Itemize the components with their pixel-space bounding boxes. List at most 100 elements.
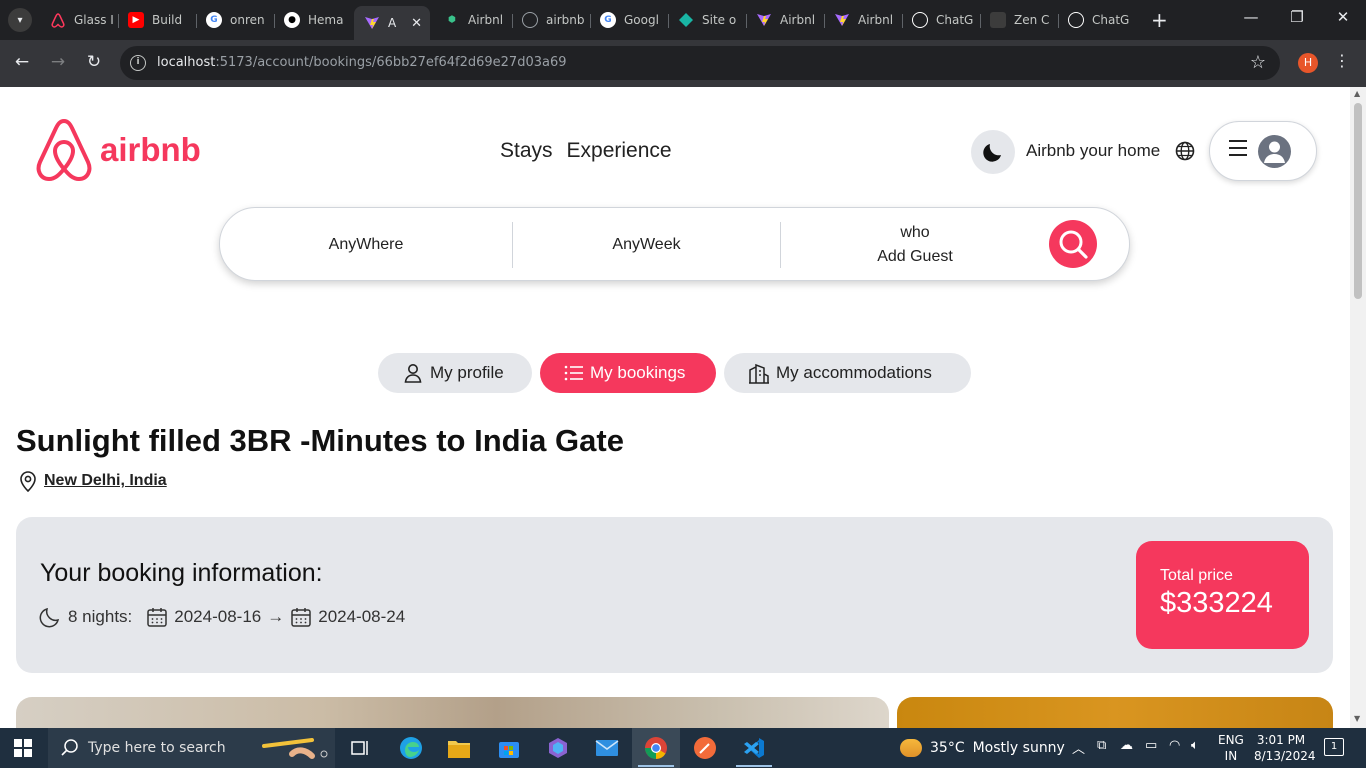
task-view-icon[interactable] (348, 735, 374, 761)
browser-toolbar: ← → ↻ i localhost:5173/account/bookings/… (0, 40, 1366, 87)
system-clock[interactable]: 3:01 PM 8/13/2024 (1254, 732, 1316, 764)
forward-arrow-icon[interactable]: → (46, 52, 70, 72)
shoe-icon: ⬢ (448, 15, 456, 25)
windows-taskbar: Type here to search 35°C Mostly sunny ︿ … (0, 728, 1366, 768)
windows-start-icon[interactable] (14, 739, 32, 757)
total-price-card: Total price $333224 (1136, 541, 1309, 649)
weather-widget[interactable]: 35°C Mostly sunny (900, 739, 1065, 757)
tab-my-bookings[interactable]: My bookings (540, 353, 716, 393)
place-title: Sunlight filled 3BR -Minutes to India Ga… (16, 423, 624, 458)
chatgpt-icon (912, 12, 928, 28)
search-where[interactable]: AnyWhere (220, 208, 512, 282)
chrome-icon[interactable] (643, 735, 669, 761)
edge-icon[interactable] (398, 735, 424, 761)
taskbar-search[interactable]: Type here to search (48, 728, 335, 768)
browser-tab[interactable]: ⬢ Airbnl (434, 6, 512, 34)
restore-icon[interactable]: ❐ (1274, 8, 1320, 26)
date-arrow: → (267, 607, 285, 626)
chatgpt-icon (1068, 12, 1084, 28)
new-tab-plus-icon[interactable]: + (1151, 8, 1168, 32)
airbnb-logo-icon (36, 119, 92, 181)
vite-icon (756, 12, 772, 28)
postman-icon[interactable] (692, 735, 718, 761)
browser-tab[interactable]: Airbnl (746, 6, 824, 34)
browser-tab[interactable]: Glass I (40, 6, 118, 34)
file-explorer-icon[interactable] (446, 735, 472, 761)
browser-menu-icon[interactable]: ⋮ (1334, 51, 1350, 70)
browser-tab[interactable]: ▶ Build (118, 6, 196, 34)
url-text[interactable]: localhost:5173/account/bookings/66bb27ef… (157, 55, 567, 70)
browser-tab-strip: ▾ Glass I ▶ Build Gonren ● Hema A ✕ ⬢ Airbn… (0, 0, 1366, 40)
browser-tab[interactable]: Zen C (980, 6, 1058, 34)
battery-icon[interactable]: ▭ (1145, 738, 1157, 753)
show-hidden-icons-chevron-icon[interactable]: ︿ (1072, 738, 1085, 757)
globe-icon (522, 12, 538, 28)
user-menu-button[interactable] (1209, 121, 1317, 181)
search-icon (61, 739, 78, 756)
airbnb-logo[interactable]: airbnb (34, 117, 201, 183)
place-photo-secondary[interactable] (897, 697, 1333, 728)
browser-tab[interactable]: Airbnl (824, 6, 902, 34)
nav-stays[interactable]: Stays (500, 139, 553, 163)
browser-tab[interactable]: ChatG (1058, 6, 1136, 34)
volume-icon[interactable]: 🔈︎ (1191, 738, 1199, 753)
search-button[interactable] (1049, 220, 1097, 268)
back-arrow-icon[interactable]: ← (10, 52, 34, 72)
browser-tab[interactable]: G Googl (590, 6, 668, 34)
browser-tab[interactable]: Site o (668, 6, 746, 34)
globe-icon[interactable] (1175, 141, 1195, 161)
check-in-date: 2024-08-16 (174, 607, 262, 626)
reload-icon[interactable]: ↻ (82, 52, 106, 72)
address-bar[interactable]: i localhost:5173/account/bookings/66bb27… (120, 46, 1280, 80)
nav-experience[interactable]: Experience (567, 139, 672, 163)
language-indicator[interactable]: ENG IN (1218, 732, 1244, 764)
github-icon: ● (284, 12, 300, 28)
search-week[interactable]: AnyWeek (513, 208, 780, 282)
onedrive-cloud-icon[interactable]: ☁ (1120, 738, 1133, 753)
list-icon (564, 365, 583, 381)
minimize-icon[interactable]: — (1228, 8, 1274, 26)
search-bar: AnyWhere AnyWeek who Add Guest (219, 207, 1130, 281)
bookmark-star-icon[interactable]: ☆ (1250, 52, 1266, 73)
google-icon: G (206, 12, 222, 28)
check-out-date: 2024-08-24 (318, 607, 406, 626)
total-price-label: Total price (1160, 567, 1233, 584)
site-info-icon[interactable]: i (130, 55, 146, 71)
notification-center-icon[interactable]: 1 (1324, 738, 1344, 756)
dark-mode-toggle[interactable] (971, 130, 1015, 174)
scroll-up-icon[interactable]: ▲ (1354, 89, 1360, 98)
copilot-icon[interactable] (545, 735, 571, 761)
close-window-icon[interactable]: ✕ (1320, 8, 1366, 26)
google-icon: G (600, 12, 616, 28)
vite-icon (364, 15, 380, 31)
scrollbar-thumb[interactable] (1354, 103, 1362, 299)
vscode-icon[interactable] (741, 735, 767, 761)
chrome-running-indicator (638, 765, 674, 767)
place-photo-main[interactable] (16, 697, 889, 728)
browser-tab[interactable]: ● Hema (274, 6, 352, 34)
browser-tab[interactable]: Gonren (196, 6, 274, 34)
tab-search-chevron-icon[interactable]: ▾ (8, 8, 32, 32)
browser-tab[interactable]: airbnb (512, 6, 590, 34)
calendar-icon (147, 608, 168, 627)
microsoft-store-icon[interactable] (496, 735, 522, 761)
address-link[interactable]: New Delhi, India (44, 472, 167, 490)
close-tab-icon[interactable]: ✕ (411, 16, 422, 31)
browser-profile-avatar[interactable]: H (1298, 53, 1318, 73)
mail-icon[interactable] (594, 735, 620, 761)
moon-outline-icon (39, 607, 60, 628)
tab-my-accommodations[interactable]: My accommodations (724, 353, 971, 393)
wifi-icon[interactable]: ◠ (1169, 738, 1180, 753)
meet-now-icon[interactable]: ⧉ (1097, 738, 1106, 753)
tab-my-profile[interactable]: My profile (378, 353, 532, 393)
browser-tab-active[interactable]: A ✕ (354, 6, 430, 40)
booking-heading: Your booking information: (40, 559, 323, 587)
scroll-down-icon[interactable]: ▼ (1354, 714, 1360, 723)
main-nav: Stays Experience (500, 139, 672, 163)
page-scrollbar[interactable]: ▲ ▼ (1350, 87, 1366, 728)
browser-tab[interactable]: ChatG (902, 6, 980, 34)
search-who[interactable]: who Add Guest (781, 208, 1049, 282)
airbnb-icon (50, 12, 66, 28)
airbnb-your-home-link[interactable]: Airbnb your home (1026, 141, 1160, 161)
zen-icon (990, 12, 1006, 28)
